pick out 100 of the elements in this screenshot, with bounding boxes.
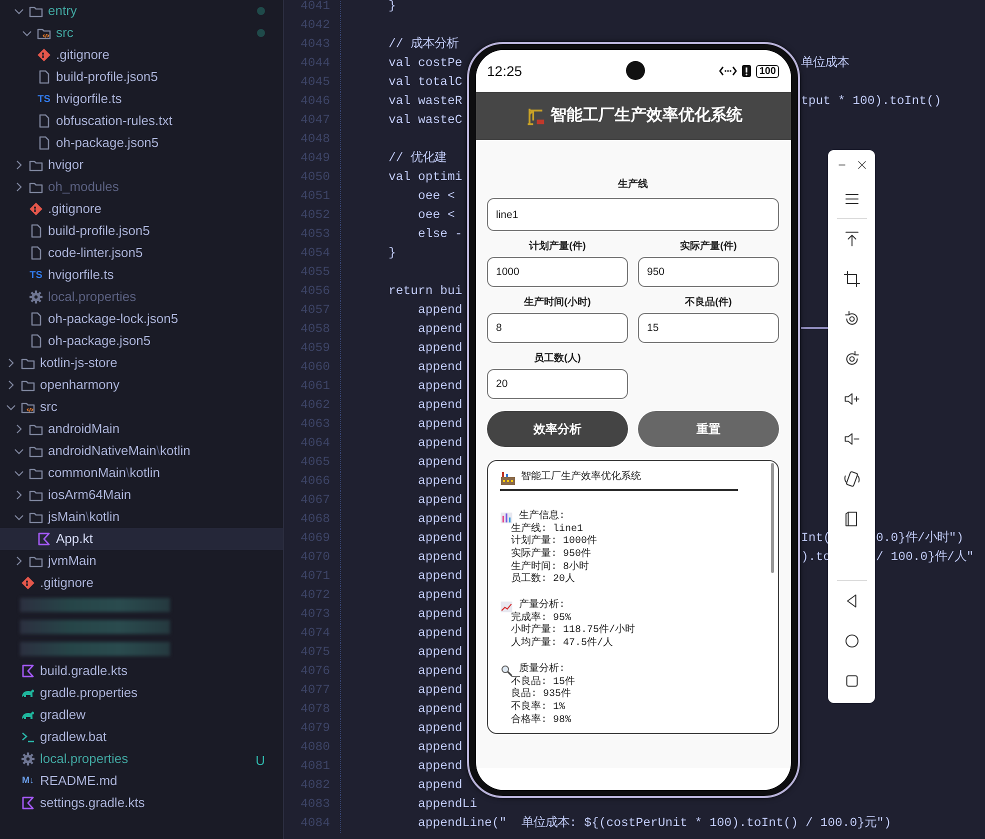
report-line: 生产线: line1: [511, 524, 584, 534]
report-line: 小时产量: 118.75件/小时: [511, 625, 636, 636]
file-item[interactable]: build-profile.json5: [0, 66, 283, 88]
report-heading: 质量分析:: [519, 664, 566, 676]
file-item[interactable]: obfuscation-rules.txt: [0, 110, 283, 132]
close-icon: [856, 159, 868, 171]
input-field[interactable]: 950: [638, 257, 779, 287]
file-item[interactable]: TS hvigorfile.ts: [0, 264, 283, 286]
report-line: 计划产量: 1000件: [511, 536, 598, 548]
search-icon: [500, 664, 513, 676]
input-field[interactable]: 1000: [487, 257, 628, 287]
file-item[interactable]: oh-package.json5: [0, 132, 283, 154]
input-field[interactable]: 8: [487, 313, 628, 343]
report-heading: 产量分析:: [519, 600, 566, 612]
code-fragment: / 100.0}件/人": [876, 549, 974, 566]
rotate-left-icon: [842, 310, 860, 328]
code-line: val wasteC: [388, 113, 462, 128]
file-item[interactable]: gradle.properties: [0, 682, 283, 704]
file-item[interactable]: .gitignore: [0, 44, 283, 66]
report-heading: 生产信息:: [519, 510, 566, 522]
field-label: 生产时间(小时): [524, 296, 591, 310]
file-item[interactable]: settings.gradle.kts: [0, 792, 283, 814]
code-line: oee <: [417, 189, 455, 204]
analyze-button[interactable]: 效率分析: [487, 411, 628, 447]
folder-item[interactable]: androidMain: [0, 418, 283, 440]
field-label: 不良品(件): [685, 296, 732, 310]
kotlin-icon: [36, 531, 52, 547]
code-line: append: [417, 721, 462, 736]
input-field[interactable]: 20: [487, 369, 628, 399]
file-item[interactable]: gradlew: [0, 704, 283, 726]
reset-button[interactable]: 重置: [638, 411, 779, 447]
folder-item[interactable]: jvmMain: [0, 550, 283, 572]
file-item[interactable]: code-linter.json5: [0, 242, 283, 264]
folder-item[interactable]: hvigor: [0, 154, 283, 176]
report-line: 合格率: 98%: [511, 714, 572, 726]
rotate-device-icon: [842, 470, 860, 488]
gear-icon: [28, 289, 44, 305]
folder-item[interactable]: src: [0, 396, 283, 418]
home-icon: [842, 632, 860, 650]
folder-item[interactable]: androidNativeMain\kotlin: [0, 440, 283, 462]
code-fragment: 单位成本: [801, 56, 849, 70]
file-item[interactable]: oh-package.json5: [0, 330, 283, 352]
folder-item[interactable]: src: [0, 22, 283, 44]
file-item[interactable]: build-profile.json5: [0, 220, 283, 242]
folder-item[interactable]: commonMain\kotlin: [0, 462, 283, 484]
app-title: 智能工厂生产效率优化系统: [550, 105, 742, 126]
code-line: append: [417, 379, 462, 394]
file-item[interactable]: TS hvigorfile.ts: [0, 88, 283, 110]
code-line: append: [417, 740, 462, 754]
file-item[interactable]: local.properties U: [0, 748, 283, 770]
code-line: // 优化建: [388, 151, 447, 166]
code-line: append: [417, 398, 462, 412]
code-line: append: [417, 360, 462, 374]
kotlin-icon: [20, 795, 36, 811]
code-line: return bui: [388, 284, 462, 298]
input-field[interactable]: line1: [487, 198, 779, 231]
code-line: append: [417, 417, 462, 432]
file-item[interactable]: App.kt: [0, 528, 283, 550]
code-line: append: [417, 322, 462, 336]
code-status-icon: [719, 64, 738, 78]
file-item[interactable]: build.gradle.kts: [0, 660, 283, 682]
input-field[interactable]: 15: [638, 313, 779, 343]
code-fragment: Int(: [801, 531, 831, 546]
camera-hole: [626, 61, 645, 80]
folder-item[interactable]: jsMain\kotlin: [0, 506, 283, 528]
close-button[interactable]: [856, 159, 868, 171]
code-line: append: [417, 474, 462, 488]
file-item[interactable]: .gitignore: [0, 198, 283, 220]
report-line: 完成率: 95%: [511, 612, 572, 624]
bar-chart-icon: [500, 510, 513, 524]
battery-level: 100: [756, 64, 779, 78]
file-item[interactable]: oh-package-lock.json5: [0, 308, 283, 330]
code-line: val wasteR: [388, 94, 462, 108]
code-line: else -: [417, 227, 462, 242]
file-item[interactable]: gradlew.bat: [0, 726, 283, 748]
status-time: 12:25: [487, 62, 522, 80]
code-line: append: [417, 550, 462, 564]
folder-item[interactable]: kotlin-js-store: [0, 352, 283, 374]
folder-item[interactable]: openharmony: [0, 374, 283, 396]
markdown-icon: M↓: [20, 774, 36, 788]
code-line: val costPe: [388, 56, 462, 70]
field-label: 实际产量(件): [680, 240, 737, 254]
status-dot: [257, 29, 265, 37]
status-dot: [257, 7, 265, 15]
code-line: }: [388, 0, 396, 14]
scrollbar[interactable]: [771, 463, 774, 573]
code-line: append: [417, 303, 462, 318]
file-item[interactable]: .gitignore: [0, 572, 283, 594]
code-line: append: [417, 702, 462, 716]
folder-item[interactable]: iosArm64Main: [0, 484, 283, 506]
report-line: 不良率: 1%: [511, 702, 566, 713]
trend-chart-icon: [500, 600, 513, 613]
file-item[interactable]: M↓ README.md: [0, 770, 283, 792]
folder-item[interactable]: entry: [0, 0, 283, 22]
code-line: append: [417, 778, 462, 792]
field-label: 生产线: [618, 178, 648, 192]
report-line: 不良品: 15件: [511, 676, 576, 688]
code-line: append: [417, 569, 462, 584]
report-title: 智能工厂生产效率优化系统: [521, 472, 641, 484]
code-line: append: [417, 588, 462, 602]
